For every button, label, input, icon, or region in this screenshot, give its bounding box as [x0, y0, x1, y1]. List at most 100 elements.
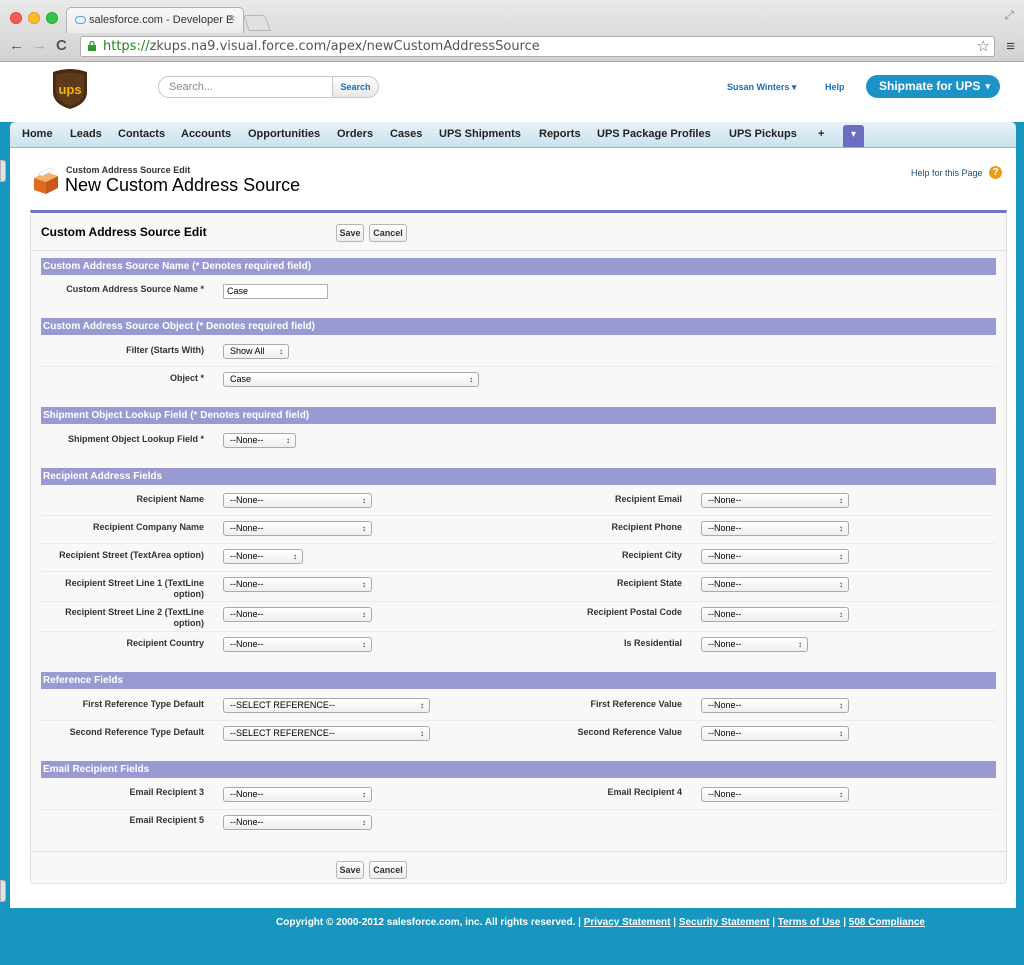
first-ref-value-select[interactable]: --None-- — [701, 698, 849, 713]
recipient-email-label: Recipient Email — [614, 494, 682, 504]
more-tabs-button[interactable]: ▾ — [843, 125, 864, 147]
forward-icon[interactable]: → — [32, 38, 47, 53]
new-tab-button[interactable] — [243, 15, 271, 31]
sidebar-toggle-handle[interactable] — [0, 160, 6, 182]
help-icon[interactable]: ? — [989, 166, 1002, 179]
zoom-window-button[interactable] — [46, 12, 58, 24]
browser-menu-icon[interactable]: ≡ — [1006, 38, 1015, 55]
close-tab-icon[interactable]: × — [229, 13, 235, 25]
sidebar-toggle-handle[interactable] — [0, 880, 6, 902]
copyright-text: Copyright © 2000-2012 salesforce.com, in… — [276, 917, 581, 928]
recipient-company-label: Recipient Company Name — [92, 522, 204, 532]
tab-reports[interactable]: Reports — [539, 128, 581, 140]
section-header-recipient: Recipient Address Fields — [41, 468, 996, 485]
email-recipient-4-select[interactable]: --None-- — [701, 787, 849, 802]
tab-cases[interactable]: Cases — [390, 128, 422, 140]
close-window-button[interactable] — [10, 12, 22, 24]
row-divider — [41, 631, 996, 632]
lock-icon — [88, 41, 96, 51]
first-ref-value-label: First Reference Value — [590, 699, 682, 709]
is-residential-select[interactable]: --None-- — [701, 637, 808, 652]
recipient-phone-select[interactable]: --None-- — [701, 521, 849, 536]
row-divider — [41, 571, 996, 572]
tab-accounts[interactable]: Accounts — [181, 128, 231, 140]
filter-label: Filter (Starts With) — [126, 345, 204, 355]
recipient-postal-select[interactable]: --None-- — [701, 607, 849, 622]
section-header-name: Custom Address Source Name (* Denotes re… — [41, 258, 996, 275]
tab-ups-package-profiles[interactable]: UPS Package Profiles — [597, 128, 711, 140]
divider — [31, 851, 1006, 852]
second-ref-value-select[interactable]: --None-- — [701, 726, 849, 741]
privacy-link[interactable]: Privacy Statement — [584, 917, 671, 928]
tab-opportunities[interactable]: Opportunities — [248, 128, 320, 140]
cancel-button-bottom[interactable]: Cancel — [369, 861, 407, 879]
second-ref-type-label: Second Reference Type Default — [69, 727, 204, 737]
tab-ups-shipments[interactable]: UPS Shipments — [439, 128, 521, 140]
search-input[interactable]: Search... — [158, 76, 334, 98]
compliance-link[interactable]: 508 Compliance — [849, 917, 925, 928]
tab-contacts[interactable]: Contacts — [118, 128, 165, 140]
save-button-bottom[interactable]: Save — [336, 861, 364, 879]
help-for-page-link[interactable]: Help for this Page — [911, 168, 983, 178]
back-icon[interactable]: ← — [9, 38, 24, 53]
email-recipient-5-select[interactable]: --None-- — [223, 815, 372, 830]
recipient-street-1-select[interactable]: --None-- — [223, 577, 372, 592]
filter-select[interactable]: Show All — [223, 344, 289, 359]
add-tab-icon[interactable]: + — [818, 128, 824, 140]
reload-icon[interactable]: C — [56, 38, 67, 53]
lookup-select[interactable]: --None-- — [223, 433, 296, 448]
tab-home[interactable]: Home — [22, 128, 53, 140]
recipient-country-select[interactable]: --None-- — [223, 637, 372, 652]
tab-orders[interactable]: Orders — [337, 128, 373, 140]
save-button[interactable]: Save — [336, 224, 364, 242]
section-header-lookup: Shipment Object Lookup Field (* Denotes … — [41, 407, 996, 424]
tab-ups-pickups[interactable]: UPS Pickups — [729, 128, 797, 140]
recipient-street-select[interactable]: --None-- — [223, 549, 303, 564]
edit-panel: Custom Address Source Edit Save Cancel C… — [30, 210, 1007, 884]
name-input[interactable]: Case — [223, 284, 328, 299]
search-button[interactable]: Search — [332, 76, 379, 98]
app-menu-label: Shipmate for UPS — [879, 79, 981, 93]
second-ref-type-select[interactable]: --SELECT REFERENCE-- — [223, 726, 430, 741]
ups-logo[interactable]: ups — [52, 68, 88, 110]
bookmark-star-icon[interactable]: ☆ — [977, 37, 990, 56]
email-recipient-4-label: Email Recipient 4 — [607, 787, 682, 797]
cancel-button[interactable]: Cancel — [369, 224, 407, 242]
browser-chrome: salesforce.com - Developer E × ⤢ ← → C h… — [0, 0, 1024, 62]
recipient-company-select[interactable]: --None-- — [223, 521, 372, 536]
row-divider — [41, 601, 996, 602]
is-residential-label: Is Residential — [623, 638, 682, 648]
recipient-city-select[interactable]: --None-- — [701, 549, 849, 564]
section-header-reference: Reference Fields — [41, 672, 996, 689]
minimize-window-button[interactable] — [28, 12, 40, 24]
fullscreen-icon[interactable]: ⤢ — [1004, 8, 1014, 23]
recipient-city-label: Recipient City — [621, 550, 682, 560]
cloud-icon — [75, 16, 86, 24]
chevron-down-icon: ▾ — [985, 81, 990, 91]
object-label: Object * — [169, 373, 204, 383]
email-recipient-5-label: Email Recipient 5 — [129, 815, 204, 825]
recipient-email-select[interactable]: --None-- — [701, 493, 849, 508]
address-bar[interactable]: https://zkups.na9.visual.force.com/apex/… — [80, 36, 995, 57]
app-menu-button[interactable]: Shipmate for UPS ▾ — [866, 75, 1000, 98]
lookup-label: Shipment Object Lookup Field * — [67, 434, 204, 444]
email-recipient-3-label: Email Recipient 3 — [129, 787, 204, 797]
first-ref-type-label: First Reference Type Default — [82, 699, 204, 709]
section-header-object: Custom Address Source Object (* Denotes … — [41, 318, 996, 335]
security-link[interactable]: Security Statement — [679, 917, 770, 928]
recipient-state-select[interactable]: --None-- — [701, 577, 849, 592]
email-recipient-3-select[interactable]: --None-- — [223, 787, 372, 802]
row-divider — [41, 366, 996, 367]
terms-link[interactable]: Terms of Use — [778, 917, 841, 928]
first-ref-type-select[interactable]: --SELECT REFERENCE-- — [223, 698, 430, 713]
footer-separator: | — [843, 917, 847, 928]
main-content: Custom Address Source Edit New Custom Ad… — [10, 148, 1016, 908]
object-select[interactable]: Case — [223, 372, 479, 387]
help-link[interactable]: Help — [825, 82, 845, 92]
browser-tab[interactable]: salesforce.com - Developer E × — [66, 7, 244, 33]
tab-leads[interactable]: Leads — [70, 128, 102, 140]
user-menu[interactable]: Susan Winters ▾ — [727, 82, 796, 93]
recipient-street-2-select[interactable]: --None-- — [223, 607, 372, 622]
recipient-name-select[interactable]: --None-- — [223, 493, 372, 508]
recipient-postal-label: Recipient Postal Code — [586, 607, 682, 617]
